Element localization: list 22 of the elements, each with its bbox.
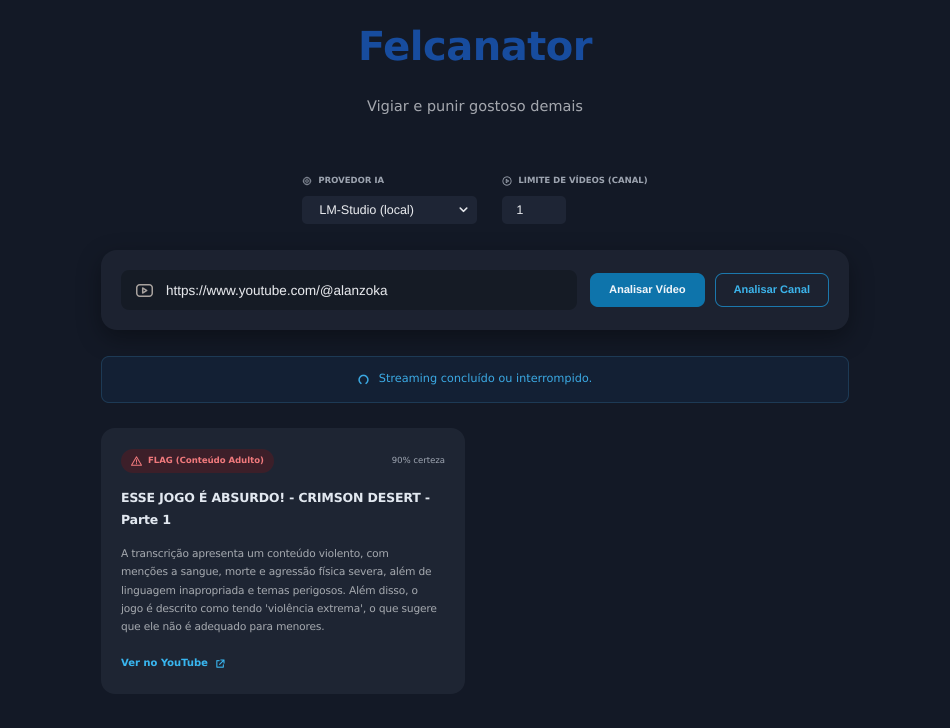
video-play-icon [136,284,153,297]
gear-icon [302,176,312,186]
warning-triangle-icon [131,456,142,466]
play-circle-icon [502,176,512,186]
confidence-text: 90% certeza [392,454,445,468]
provider-label: PROVEDOR IA [318,175,384,188]
youtube-link[interactable]: Ver no YouTube [121,656,225,672]
analyze-video-button[interactable]: Analisar Vídeo [590,273,705,307]
video-title: ESSE JOGO É ABSURDO! - CRIMSON DESERT - Parte 1 [121,489,431,529]
analysis-text: A transcrição apresenta um conteúdo violento, com menções a sangue, morte e agressão física severa, além de linguagem inapropriada e temas perigosos. Além disso, o jogo é descrito como tendo 'violência extrema', o que sugere que ele não é adequado para menores. [121,547,437,636]
analyze-channel-button[interactable]: Analisar Canal [714,273,829,307]
video-limit-input[interactable]: 1 [502,196,566,224]
external-link-icon [214,658,225,669]
spinner-icon [358,374,369,385]
chevron-down-icon[interactable] [459,207,468,213]
app-subtitle: Vigiar e punir gostoso demais [367,98,583,117]
video-limit-label: LIMITE DE VÍDEOS (CANAL) [518,174,648,188]
flag-badge: FLAG (Conteúdo Adulto) [121,449,274,473]
provider-select[interactable]: LM-Studio (local) [302,196,478,224]
status-text: Streaming concluído ou interrompido. [378,371,592,388]
app-title: Felcanator [358,23,592,72]
url-field[interactable]: https://www.youtube.com/@alanzoka [121,270,578,310]
